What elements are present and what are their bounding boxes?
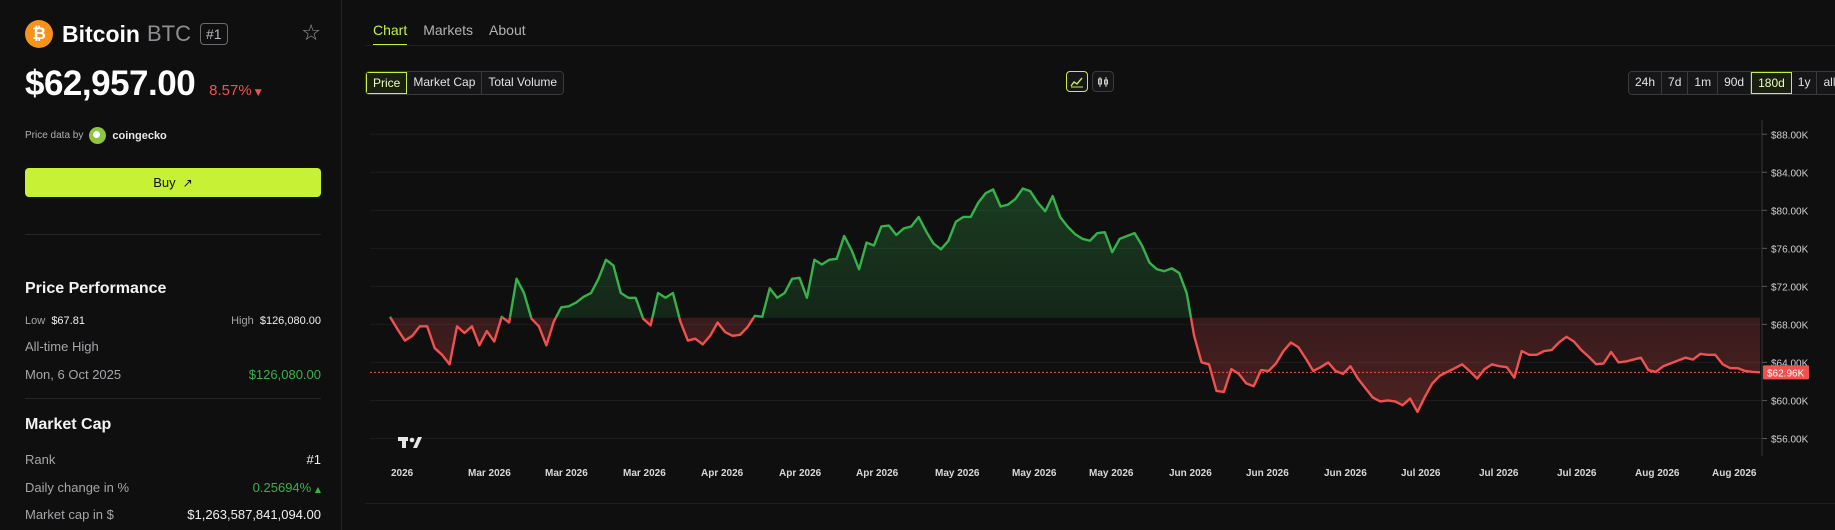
coingecko-logo-icon <box>89 127 107 144</box>
candlestick-icon[interactable] <box>1092 71 1114 92</box>
price-attribution: Price data by coingecko <box>25 127 167 144</box>
price-performance-title: Price Performance <box>25 280 167 297</box>
x-tick-label: Jul 2026 <box>1479 468 1519 479</box>
rank-badge: #1 <box>199 23 228 45</box>
range-selector: 24h 7d 1m 90d 180d 1y all <box>1628 71 1835 95</box>
market-cap-label: Market cap in $ <box>25 507 114 522</box>
market-cap-row: Market cap in $ $1,263,587,841,094.00 <box>25 507 321 522</box>
metric-selector: Price Market Cap Total Volume <box>365 71 565 95</box>
low-value: $67.81 <box>51 315 85 327</box>
range-7d-button[interactable]: 7d <box>1662 72 1689 94</box>
x-tick-label: Jun 2026 <box>1324 468 1367 479</box>
attribution-prefix: Price data by <box>25 130 84 141</box>
range-1m-button[interactable]: 1m <box>1688 72 1719 94</box>
y-tick-label: $80.00K <box>1771 206 1809 217</box>
chart-area: Chart Markets About Price Market Cap Tot… <box>343 0 1835 530</box>
high-value: $126,080.00 <box>259 315 321 327</box>
x-tick-label: Jun 2026 <box>1169 468 1212 479</box>
caret-down-icon: ▼ <box>254 88 262 98</box>
x-tick-label: Jul 2026 <box>1401 468 1441 479</box>
x-tick-label: 2026 <box>391 468 414 479</box>
buy-button[interactable]: Buy ↗ <box>25 168 321 197</box>
chart-type-selector <box>1066 71 1114 92</box>
ath-label: All-time High <box>25 339 99 354</box>
coin-header: ₿ Bitcoin BTC #1 ☆ <box>25 19 321 49</box>
ath-row: Mon, 6 Oct 2025 $126,080.00 <box>25 367 321 382</box>
x-tick-label: May 2026 <box>1089 468 1134 479</box>
y-tick-label: $60.00K <box>1771 396 1809 407</box>
range-1y-button[interactable]: 1y <box>1791 72 1818 94</box>
range-24h-button[interactable]: 24h <box>1629 72 1663 94</box>
buy-label: Buy <box>153 175 176 190</box>
x-tick-label: Apr 2026 <box>856 468 899 479</box>
range-180d-button[interactable]: 180d <box>1751 72 1792 94</box>
tab-bar: Chart Markets About <box>373 22 526 46</box>
chart-bottom-divider <box>365 503 1835 504</box>
x-tick-label: Aug 2026 <box>1712 468 1757 479</box>
market-cap-value: $1,263,587,841,094.00 <box>187 507 321 522</box>
high-label: High <box>231 315 254 327</box>
tab-chart[interactable]: Chart <box>373 22 408 46</box>
daily-change-row: Daily change in % 0.25694% ▲ <box>25 480 321 495</box>
x-tick-label: Jul 2026 <box>1557 468 1597 479</box>
metric-market-cap-button[interactable]: Market Cap <box>407 72 483 94</box>
area-fill-up <box>390 188 1760 318</box>
line-chart-icon[interactable] <box>1066 71 1088 92</box>
x-tick-label: Mar 2026 <box>468 468 511 479</box>
coin-symbol: BTC <box>146 21 191 46</box>
price-chart[interactable]: $88.00K $84.00K $80.00K $76.00K $72.00K $68.0… <box>343 120 1835 500</box>
ath-value: $126,080.00 <box>248 367 321 382</box>
market-cap-title: Market Cap <box>25 416 112 433</box>
y-tick-label: $72.00K <box>1771 282 1809 293</box>
low-label: Low <box>25 315 46 327</box>
coin-info-panel: ₿ Bitcoin BTC #1 ☆ $62,957.00 8.57% ▼ Pr… <box>0 0 342 530</box>
metric-total-volume-button[interactable]: Total Volume <box>482 72 564 94</box>
current-price-label: $62.96K <box>1767 368 1805 379</box>
arrow-up-right-icon: ↗ <box>182 175 193 190</box>
attribution-source[interactable]: coingecko <box>112 130 166 142</box>
y-tick-label: $76.00K <box>1771 244 1809 255</box>
ath-label-row: All-time High <box>25 339 321 354</box>
x-tick-label: Apr 2026 <box>701 468 744 479</box>
x-tick-label: May 2026 <box>1012 468 1057 479</box>
y-tick-label: $56.00K <box>1771 434 1809 445</box>
x-tick-label: Apr 2026 <box>779 468 822 479</box>
coin-name: Bitcoin <box>62 20 140 47</box>
x-tick-label: May 2026 <box>935 468 980 479</box>
x-tick-label: Mar 2026 <box>545 468 588 479</box>
divider <box>25 398 321 399</box>
y-tick-label: $88.00K <box>1771 130 1809 141</box>
rank-value: #1 <box>306 452 321 467</box>
current-price: $62,957.00 <box>25 64 196 103</box>
rank-label: Rank <box>25 452 56 467</box>
tab-markets[interactable]: Markets <box>423 22 473 46</box>
daily-change-value: 0.25694% <box>252 480 312 495</box>
ath-date: Mon, 6 Oct 2025 <box>25 367 122 382</box>
tab-divider <box>365 45 1835 46</box>
daily-change-label: Daily change in % <box>25 480 130 495</box>
x-tick-label: Mar 2026 <box>623 468 666 479</box>
price-row: $62,957.00 8.57% ▼ <box>25 64 262 104</box>
x-tick-label: Aug 2026 <box>1635 468 1680 479</box>
metric-price-button[interactable]: Price <box>366 72 408 94</box>
divider <box>25 234 321 235</box>
star-icon[interactable]: ☆ <box>301 21 321 46</box>
bitcoin-logo-icon: ₿ <box>25 20 53 48</box>
low-high-row: Low $67.81 High $126,080.00 <box>25 315 321 327</box>
y-tick-label: $84.00K <box>1771 168 1809 179</box>
y-tick-label: $68.00K <box>1771 320 1809 331</box>
x-tick-label: Jun 2026 <box>1246 468 1289 479</box>
tab-about[interactable]: About <box>489 22 526 46</box>
caret-up-icon: ▲ <box>314 485 321 494</box>
price-change: 8.57% <box>209 82 252 99</box>
range-90d-button[interactable]: 90d <box>1718 72 1752 94</box>
range-all-button[interactable]: all <box>1817 72 1835 94</box>
rank-row: Rank #1 <box>25 452 321 467</box>
